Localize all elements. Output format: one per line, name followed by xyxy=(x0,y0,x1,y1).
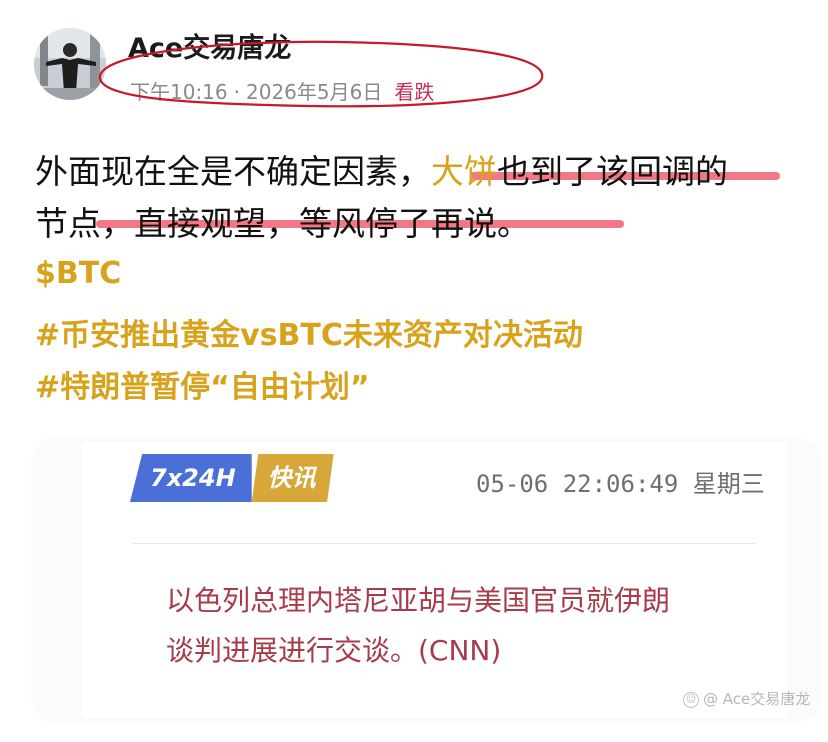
watermark-text: @ Ace交易唐龙 xyxy=(703,690,811,708)
avatar-photo xyxy=(34,28,106,100)
post-line-1: 外面现在全是不确定因素，大饼也到了该回调的 xyxy=(35,146,805,198)
hashtag-trump-pause[interactable]: #特朗普暂停“自由计划” xyxy=(35,362,370,406)
post-time: 下午10:16 xyxy=(130,80,228,104)
watermark: ☺ @ Ace交易唐龙 xyxy=(683,688,810,709)
news-line-2: 谈判进展进行交谈。(CNN) xyxy=(166,634,502,667)
post-text-segment: 外面现在全是不确定因素， xyxy=(35,152,431,191)
news-timestamp: 05-06 22:06:49 星期三 xyxy=(476,470,765,498)
stance-label: 看跌 xyxy=(394,80,435,104)
meta-separator: · xyxy=(233,80,240,104)
news-badge: 7x24H 快讯 xyxy=(130,454,334,502)
post-text-segment: 也到了该回调的 xyxy=(497,152,728,191)
card-divider xyxy=(132,543,756,544)
post-meta: 下午10:16 · 2026年5月6日 看跌 xyxy=(130,76,434,105)
post-body: 外面现在全是不确定因素，大饼也到了该回调的 节点，直接观望，等风停了再说。 xyxy=(35,146,805,250)
watermark-logo-icon: ☺ xyxy=(683,691,699,708)
highlighted-term: 大饼 xyxy=(431,152,497,191)
cashtag-btc[interactable]: $BTC xyxy=(35,256,121,291)
news-card[interactable]: 7x24H 快讯 05-06 22:06:49 星期三 以色列总理内塔尼亚胡与美… xyxy=(36,442,818,718)
post-line-2: 节点，直接观望，等风停了再说。 xyxy=(35,204,530,243)
author-name[interactable]: Ace交易唐龙 xyxy=(128,26,291,65)
post-date: 2026年5月6日 xyxy=(246,80,383,104)
news-body: 以色列总理内塔尼亚胡与美国官员就伊朗 谈判进展进行交谈。(CNN) xyxy=(166,576,766,676)
hashtag-binance-gold-vs-btc[interactable]: #币安推出黄金vsBTC未来资产对决活动 xyxy=(35,310,583,354)
badge-flash: 快讯 xyxy=(251,454,334,502)
news-line-1: 以色列总理内塔尼亚胡与美国官员就伊朗 xyxy=(166,584,671,617)
avatar[interactable] xyxy=(34,28,106,100)
badge-7x24h: 7x24H xyxy=(130,454,252,502)
